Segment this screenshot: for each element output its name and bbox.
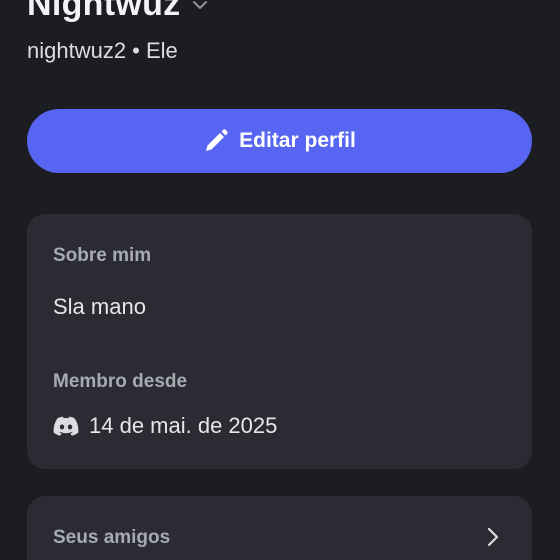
- your-friends-link[interactable]: Seus amigos: [27, 496, 532, 560]
- display-name: Nightwuz: [27, 0, 181, 23]
- about-me-heading: Sobre mim: [53, 245, 152, 266]
- edit-profile-button[interactable]: Editar perfil: [27, 109, 532, 173]
- member-since-date: 14 de mai. de 2025: [89, 413, 278, 438]
- discord-logo-icon: [53, 416, 79, 436]
- display-name-row[interactable]: Nightwuz: [27, 0, 210, 26]
- member-since-heading: Membro desde: [53, 371, 188, 392]
- profile-page: Nightwuz nightwuz2 • Ele Editar perfil S…: [0, 0, 560, 560]
- username-pronouns: nightwuz2 • Ele: [27, 38, 178, 63]
- member-since-row: 14 de mai. de 2025: [53, 413, 277, 439]
- your-friends-heading: Seus amigos: [53, 527, 171, 548]
- chevron-right-icon: [487, 527, 499, 547]
- pencil-icon: [206, 129, 228, 151]
- about-me-text: Sla mano: [53, 294, 146, 319]
- about-me-card: Sobre mim Sla mano Membro desde 14 de ma…: [27, 214, 532, 469]
- edit-profile-label: Editar perfil: [239, 129, 356, 152]
- chevron-down-icon[interactable]: [190, 0, 210, 15]
